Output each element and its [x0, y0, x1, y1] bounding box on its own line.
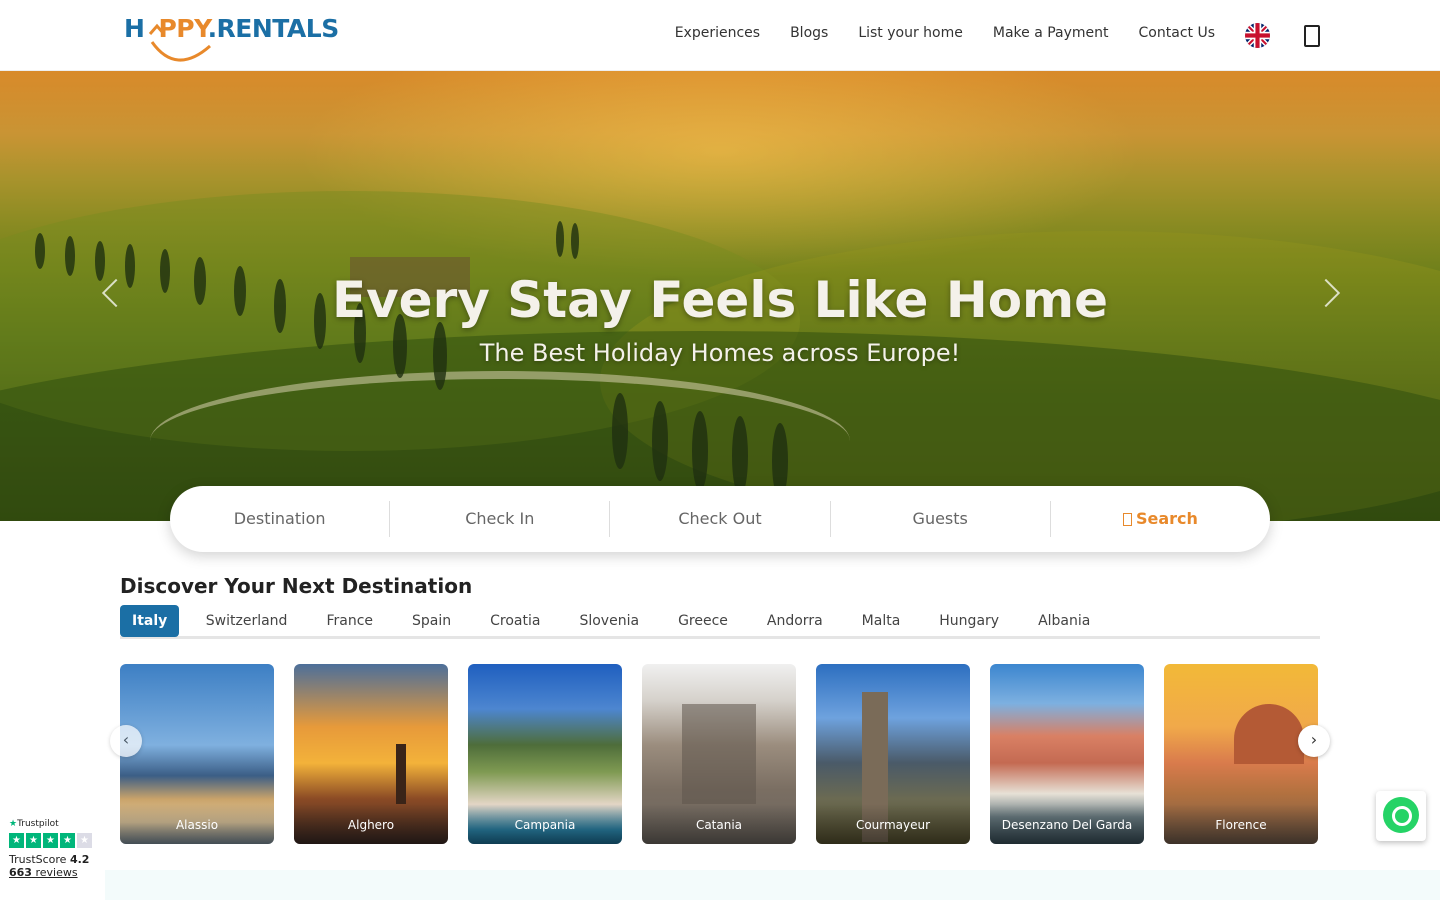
nav-contact-us[interactable]: Contact Us — [1139, 25, 1215, 41]
tab-hungary[interactable]: Hungary — [920, 605, 1019, 637]
card-label: Desenzano Del Garda — [1001, 818, 1133, 832]
card-tower — [396, 744, 406, 804]
card-label: Campania — [514, 818, 576, 832]
search-icon — [1122, 513, 1132, 526]
guests-field[interactable]: Guests — [831, 501, 1051, 537]
main-nav: Experiences Blogs List your home Make a … — [675, 25, 1215, 41]
tab-slovenia[interactable]: Slovenia — [560, 605, 659, 637]
destination-card-desenzano[interactable]: Desenzano Del Garda — [990, 664, 1144, 844]
user-icon[interactable] — [1304, 25, 1320, 47]
nav-make-a-payment[interactable]: Make a Payment — [993, 25, 1109, 41]
tab-switzerland[interactable]: Switzerland — [186, 605, 307, 637]
star-icon: ★ — [9, 833, 24, 848]
card-label: Catania — [695, 818, 743, 832]
destination-field[interactable]: Destination — [170, 501, 391, 537]
nav-blogs[interactable]: Blogs — [790, 25, 828, 41]
star-icon: ★ — [77, 833, 92, 848]
whatsapp-button[interactable] — [1376, 791, 1426, 841]
tab-greece[interactable]: Greece — [659, 605, 748, 637]
star-icon: ★ — [60, 833, 75, 848]
trustpilot-rating-stars: ★ ★ ★ ★ ★ — [9, 833, 94, 848]
card-label: Courmayeur — [855, 818, 931, 832]
check-in-field[interactable]: Check In — [390, 501, 611, 537]
trustpilot-brand: ★Trustpilot — [9, 819, 59, 829]
star-icon: ★ — [43, 833, 58, 848]
trustpilot-reviews-link[interactable]: 663 reviews — [9, 866, 94, 879]
hero-banner: Every Stay Feels Like Home The Best Holi… — [0, 71, 1440, 521]
hero-title: Every Stay Feels Like Home — [331, 271, 1109, 329]
star-icon: ★ — [26, 833, 41, 848]
card-cathedral — [682, 704, 756, 804]
next-section-strip — [105, 870, 1440, 900]
card-label: Florence — [1215, 818, 1267, 832]
uk-flag-icon[interactable] — [1245, 23, 1270, 48]
search-button[interactable]: Search — [1051, 501, 1270, 537]
site-header: H PPY.RENTALS Experiences Blogs List your… — [0, 0, 1440, 71]
destination-card-catania[interactable]: Catania — [642, 664, 796, 844]
whatsapp-icon — [1383, 797, 1419, 833]
tab-malta[interactable]: Malta — [842, 605, 920, 637]
destination-card-campania[interactable]: Campania — [468, 664, 622, 844]
search-button-label: Search — [1135, 509, 1198, 528]
search-bar: Destination Check In Check Out Guests Se… — [170, 486, 1270, 552]
destination-card-alghero[interactable]: Alghero — [294, 664, 448, 844]
destinations-title: Discover Your Next Destination — [120, 574, 473, 598]
tab-croatia[interactable]: Croatia — [471, 605, 560, 637]
destination-card-alassio[interactable]: Alassio — [120, 664, 274, 844]
card-label: Alassio — [175, 818, 219, 832]
happy-rentals-logo[interactable]: H PPY.RENTALS — [124, 12, 339, 62]
tab-italy[interactable]: Italy — [120, 605, 180, 637]
destination-card-florence[interactable]: Florence — [1164, 664, 1318, 844]
card-label: Alghero — [347, 818, 395, 832]
logo-house-arc-icon — [148, 23, 211, 62]
trustscore: TrustScore 4.2 — [9, 853, 90, 866]
nav-list-your-home[interactable]: List your home — [858, 25, 963, 41]
hero-subtitle: The Best Holiday Homes across Europe! — [479, 339, 961, 367]
country-tabs: Italy Switzerland France Spain Croatia S… — [120, 605, 1320, 639]
destination-card-courmayeur[interactable]: Courmayeur — [816, 664, 970, 844]
check-out-field[interactable]: Check Out — [610, 501, 831, 537]
trustpilot-widget[interactable]: ★Trustpilot ★ ★ ★ ★ ★ TrustScore 4.2 663… — [0, 812, 103, 900]
nav-experiences[interactable]: Experiences — [675, 25, 760, 41]
chevron-left-icon[interactable]: ‹ — [110, 725, 142, 757]
tab-spain[interactable]: Spain — [393, 605, 471, 637]
tab-albania[interactable]: Albania — [1019, 605, 1110, 637]
trustpilot-star-icon: ★ — [9, 819, 18, 829]
chevron-right-icon[interactable]: › — [1298, 725, 1330, 757]
tab-france[interactable]: France — [307, 605, 393, 637]
destination-cards: Alassio Alghero Campania Catania Courmay… — [120, 664, 1320, 844]
tab-andorra[interactable]: Andorra — [747, 605, 842, 637]
